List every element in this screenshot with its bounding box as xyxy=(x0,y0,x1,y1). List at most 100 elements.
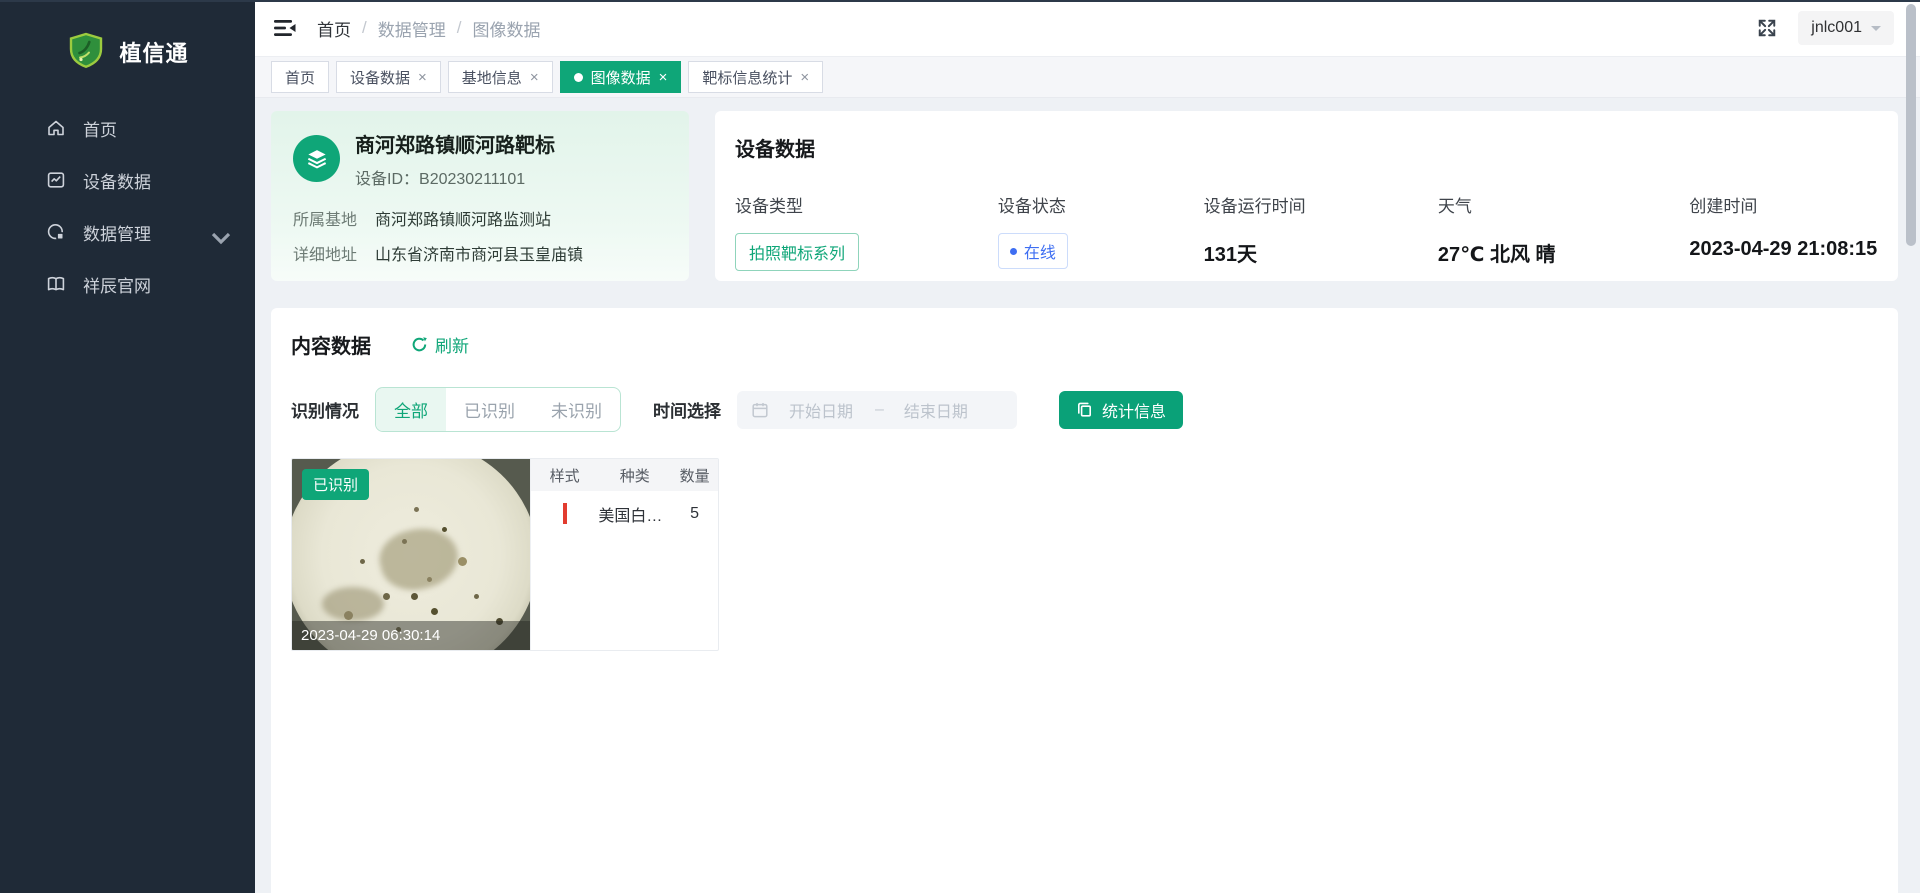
stat-label: 设备运行时间 xyxy=(1204,192,1438,217)
fullscreen-icon[interactable] xyxy=(1756,17,1778,39)
tab-image-data[interactable]: 图像数据 × xyxy=(560,61,682,93)
close-icon[interactable]: × xyxy=(659,70,668,85)
breadcrumb-image-data: 图像数据 xyxy=(472,16,540,41)
sidebar-item-label: 祥辰官网 xyxy=(83,272,151,297)
base-value: 商河郑路镇顺河路监测站 xyxy=(375,206,551,230)
stat-label: 天气 xyxy=(1438,192,1689,217)
header-right: jnlc001 xyxy=(1756,11,1894,45)
shield-logo-icon xyxy=(66,32,106,72)
tab-label: 靶标信息统计 xyxy=(702,67,792,88)
app-title: 植信通 xyxy=(119,36,188,68)
breadcrumb-data-management: 数据管理 xyxy=(378,16,446,41)
online-status-label: 在线 xyxy=(1024,239,1056,263)
date-range-picker[interactable]: 开始日期 – 结束日期 xyxy=(737,391,1017,429)
recognition-filter-group: 全部 已识别 未识别 xyxy=(375,387,621,432)
species-swatch xyxy=(563,503,567,524)
detection-table-header: 样式 种类 数量 xyxy=(531,459,718,491)
device-type-tag: 拍照靶标系列 xyxy=(735,233,859,271)
stats-info-button[interactable]: 统计信息 xyxy=(1059,391,1183,429)
stat-created-time: 创建时间 2023-04-29 21:08:15 xyxy=(1689,192,1878,271)
device-data-panel: 设备数据 设备类型 拍照靶标系列 设备状态 在线 xyxy=(715,111,1898,281)
species-name: 美国白蛾… xyxy=(598,502,671,526)
website-book-icon xyxy=(46,274,66,294)
trap-photo[interactable]: 已识别 2023-04-29 06:30:14 xyxy=(292,459,530,650)
breadcrumb-home[interactable]: 首页 xyxy=(317,16,351,41)
time-select-label: 时间选择 xyxy=(653,397,721,422)
sidebar-item-official-site[interactable]: 祥辰官网 xyxy=(0,258,255,310)
breadcrumb-separator: / xyxy=(362,18,367,38)
content: 商河郑路镇顺河路靶标 设备ID：B20230211101 所属基地 商河郑路镇顺… xyxy=(255,98,1920,893)
image-record-card: 已识别 2023-04-29 06:30:14 样式 种类 数量 美国白蛾… 5 xyxy=(291,458,719,651)
close-icon[interactable]: × xyxy=(530,70,539,85)
col-species: 种类 xyxy=(598,465,671,486)
online-dot-icon xyxy=(1010,248,1017,255)
user-menu[interactable]: jnlc001 xyxy=(1798,11,1894,45)
scrollbar[interactable] xyxy=(1906,4,1916,246)
sidebar-menu: 首页 设备数据 数据管理 祥辰官网 xyxy=(0,96,255,310)
home-icon xyxy=(46,118,66,138)
tab-device-data[interactable]: 设备数据 × xyxy=(336,61,441,93)
address-value: 山东省济南市商河县玉皇庙镇 xyxy=(375,241,583,265)
base-label: 所属基地 xyxy=(293,206,357,230)
sidebar-item-label: 数据管理 xyxy=(83,220,151,245)
recognized-badge: 已识别 xyxy=(302,469,369,500)
active-dot-icon xyxy=(574,73,583,82)
created-time-value: 2023-04-29 21:08:15 xyxy=(1689,238,1878,261)
filter-recognized[interactable]: 已识别 xyxy=(446,388,533,431)
photo-timestamp: 2023-04-29 06:30:14 xyxy=(292,621,530,650)
uptime-value: 131天 xyxy=(1204,238,1438,267)
stat-weather: 天气 27℃ 北风 晴 xyxy=(1438,192,1689,271)
tab-label: 首页 xyxy=(285,67,315,88)
filter-all[interactable]: 全部 xyxy=(376,388,446,431)
table-row: 美国白蛾… 5 xyxy=(531,491,718,537)
close-icon[interactable]: × xyxy=(418,70,427,85)
sidebar-item-home[interactable]: 首页 xyxy=(0,102,255,154)
insect-specks xyxy=(402,539,407,544)
tab-label: 图像数据 xyxy=(591,67,651,88)
device-id-value: B20230211101 xyxy=(419,171,525,188)
data-management-icon xyxy=(46,222,66,242)
stat-label: 设备状态 xyxy=(998,192,1204,217)
online-status-tag: 在线 xyxy=(998,233,1068,269)
username: jnlc001 xyxy=(1811,19,1862,37)
stat-uptime: 设备运行时间 131天 xyxy=(1204,192,1438,271)
content-data-panel: 内容数据 刷新 识别情况 全部 xyxy=(271,308,1898,893)
device-base-row: 所属基地 商河郑路镇顺河路监测站 xyxy=(293,206,667,230)
report-copy-icon xyxy=(1076,401,1093,418)
insect-cluster xyxy=(322,587,384,621)
stat-device-type: 设备类型 拍照靶标系列 xyxy=(735,192,998,271)
tab-label: 基地信息 xyxy=(462,67,522,88)
breadcrumb: 首页 / 数据管理 / 图像数据 xyxy=(317,16,540,41)
date-range-separator: – xyxy=(875,401,884,419)
breadcrumb-separator: / xyxy=(457,18,462,38)
stat-label: 设备类型 xyxy=(735,192,998,217)
recognition-filter-label: 识别情况 xyxy=(291,397,359,422)
stat-device-status: 设备状态 在线 xyxy=(998,192,1204,271)
sidebar: 植信通 首页 设备数据 数据管理 xyxy=(0,0,255,893)
filter-unrecognized[interactable]: 未识别 xyxy=(533,388,620,431)
close-icon[interactable]: × xyxy=(800,70,809,85)
collapse-sidebar-icon[interactable] xyxy=(273,18,297,38)
sidebar-item-device-data[interactable]: 设备数据 xyxy=(0,154,255,206)
refresh-button[interactable]: 刷新 xyxy=(411,332,469,357)
caret-down-icon xyxy=(1871,26,1881,36)
device-data-icon xyxy=(46,170,66,190)
device-id: 设备ID：B20230211101 xyxy=(355,165,555,189)
tab-base-info[interactable]: 基地信息 × xyxy=(448,61,553,93)
weather-value: 27℃ 北风 晴 xyxy=(1438,238,1689,267)
top-border xyxy=(0,0,1920,2)
app-logo[interactable]: 植信通 xyxy=(0,0,255,96)
content-data-title: 内容数据 xyxy=(291,330,371,359)
top-header: 首页 / 数据管理 / 图像数据 xyxy=(255,0,1920,57)
device-data-title: 设备数据 xyxy=(735,133,1878,162)
sidebar-item-label: 首页 xyxy=(83,116,117,141)
tab-target-stats[interactable]: 靶标信息统计 × xyxy=(688,61,823,93)
device-title: 商河郑路镇顺河路靶标 xyxy=(355,135,555,158)
refresh-label: 刷新 xyxy=(435,332,469,357)
device-layers-icon xyxy=(293,135,340,182)
sidebar-item-data-management[interactable]: 数据管理 xyxy=(0,206,255,258)
page: 植信通 首页 设备数据 数据管理 xyxy=(0,0,1920,893)
device-id-label: 设备ID： xyxy=(355,171,419,188)
tab-home[interactable]: 首页 xyxy=(271,61,329,93)
date-start-placeholder: 开始日期 xyxy=(789,398,853,422)
